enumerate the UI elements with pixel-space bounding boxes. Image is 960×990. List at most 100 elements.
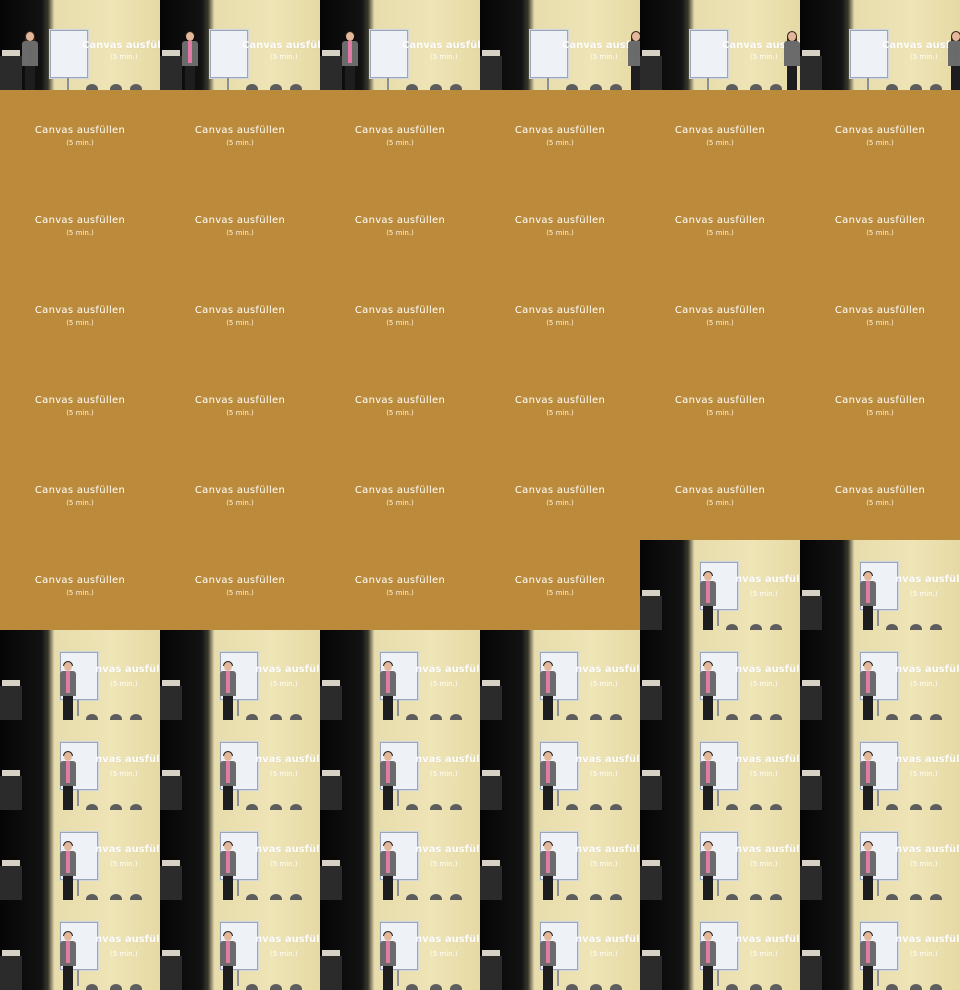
presenter-shirt bbox=[866, 671, 870, 693]
flipchart-leg bbox=[387, 78, 389, 90]
presenter bbox=[860, 841, 876, 900]
slide-title: Canvas ausfüllen bbox=[834, 215, 926, 226]
presenter-head bbox=[704, 572, 712, 581]
presenter-head bbox=[704, 752, 712, 761]
slide-subtitle: (5 min.) bbox=[66, 499, 94, 507]
stage-frame: nvas ausfülle (5 min.) bbox=[320, 900, 480, 990]
audience-heads bbox=[86, 984, 146, 990]
presenter-legs bbox=[25, 66, 35, 90]
flipchart-leg bbox=[397, 700, 399, 716]
presenter-head bbox=[544, 662, 552, 671]
slide-subtitle: (5 min.) bbox=[866, 409, 894, 417]
overlay-title: nvas ausfülle bbox=[895, 844, 960, 855]
overlay-subtitle: (5 min.) bbox=[110, 680, 138, 688]
presenter-shirt bbox=[66, 851, 70, 873]
presenter-shirt bbox=[706, 851, 710, 873]
overlay-subtitle: (5 min.) bbox=[110, 770, 138, 778]
presenter-legs bbox=[863, 606, 873, 630]
slide-title: Canvas ausfüllen bbox=[34, 215, 126, 226]
desk bbox=[0, 770, 22, 810]
presenter-shirt bbox=[546, 671, 550, 693]
slide-frame: Canvas ausfüllen (5 min.) bbox=[160, 270, 320, 360]
slide-subtitle: (5 min.) bbox=[546, 139, 574, 147]
overlay-subtitle: (5 min.) bbox=[910, 590, 938, 598]
presenter-legs bbox=[223, 966, 233, 990]
slide-frame: Canvas ausfüllen (5 min.) bbox=[480, 180, 640, 270]
presenter-shirt bbox=[546, 761, 550, 783]
flipchart-leg bbox=[237, 970, 239, 986]
stage-frame: nvas ausfülle (5 min.) bbox=[0, 720, 160, 810]
slide-frame: Canvas ausfüllen (5 min.) bbox=[160, 450, 320, 540]
slide-title: Canvas ausfüllen bbox=[194, 395, 286, 406]
presenter-shirt bbox=[706, 671, 710, 693]
desk bbox=[800, 770, 822, 810]
presenter-shirt bbox=[226, 851, 230, 873]
presenter-legs bbox=[63, 696, 73, 720]
overlay-subtitle: (5 min.) bbox=[430, 53, 458, 61]
overlay-subtitle: (5 min.) bbox=[910, 53, 938, 61]
presenter-shirt bbox=[546, 941, 550, 963]
desk bbox=[800, 680, 822, 720]
presenter-legs bbox=[543, 696, 553, 720]
stage-frame: nvas ausfülle (5 min.) bbox=[480, 720, 640, 810]
slide-frame: Canvas ausfüllen (5 min.) bbox=[160, 360, 320, 450]
slide-subtitle: (5 min.) bbox=[66, 139, 94, 147]
overlay-subtitle: (5 min.) bbox=[590, 950, 618, 958]
audience-heads bbox=[246, 984, 306, 990]
slide-frame: Canvas ausfüllen (5 min.) bbox=[800, 270, 960, 360]
stage-frame: Canvas ausfüllen (5 min.) bbox=[0, 0, 160, 90]
presenter-legs bbox=[703, 966, 713, 990]
presenter-legs bbox=[863, 786, 873, 810]
slide-frame: Canvas ausfüllen (5 min.) bbox=[800, 180, 960, 270]
presenter bbox=[700, 661, 716, 720]
presenter-shirt bbox=[348, 41, 352, 63]
presenter-head bbox=[224, 842, 232, 851]
slide-frame: Canvas ausfüllen (5 min.) bbox=[0, 270, 160, 360]
slide-title: Canvas ausfüllen bbox=[834, 395, 926, 406]
flipchart-leg bbox=[397, 880, 399, 896]
presenter bbox=[220, 661, 236, 720]
presenter bbox=[220, 841, 236, 900]
overlay-title: Canvas ausfüllen bbox=[402, 40, 480, 51]
overlay-title: nvas ausfülle bbox=[575, 844, 640, 855]
presenter-head bbox=[64, 752, 72, 761]
slide-subtitle: (5 min.) bbox=[706, 139, 734, 147]
desk bbox=[160, 680, 182, 720]
overlay-title: nvas ausfülle bbox=[255, 934, 320, 945]
presenter-shirt bbox=[188, 41, 192, 63]
overlay-subtitle: (5 min.) bbox=[910, 770, 938, 778]
slide-subtitle: (5 min.) bbox=[866, 229, 894, 237]
slide-title: Canvas ausfüllen bbox=[354, 305, 446, 316]
stage-frame: nvas ausfülle (5 min.) bbox=[800, 810, 960, 900]
flipchart-leg bbox=[547, 78, 549, 90]
presenter-legs bbox=[951, 66, 960, 90]
slide-frame: Canvas ausfüllen (5 min.) bbox=[800, 450, 960, 540]
overlay-title: nvas ausfülle bbox=[255, 844, 320, 855]
desk bbox=[640, 590, 662, 630]
desk bbox=[0, 860, 22, 900]
desk bbox=[160, 950, 182, 990]
flipchart bbox=[850, 30, 888, 78]
overlay-title: nvas ausfülle bbox=[415, 934, 480, 945]
presenter-head bbox=[544, 752, 552, 761]
overlay-title: nvas ausfülle bbox=[735, 574, 800, 585]
presenter-head bbox=[704, 932, 712, 941]
presenter-head bbox=[544, 932, 552, 941]
slide-title: Canvas ausfüllen bbox=[34, 125, 126, 136]
slide-title: Canvas ausfüllen bbox=[834, 125, 926, 136]
slide-subtitle: (5 min.) bbox=[386, 499, 414, 507]
overlay-subtitle: (5 min.) bbox=[590, 770, 618, 778]
slide-subtitle: (5 min.) bbox=[386, 139, 414, 147]
presenter-head bbox=[384, 932, 392, 941]
presenter-head bbox=[864, 842, 872, 851]
slide-frame: Canvas ausfüllen (5 min.) bbox=[480, 450, 640, 540]
stage-frame: Canvas ausfüllen (5 min.) bbox=[160, 0, 320, 90]
overlay-title: nvas ausfülle bbox=[415, 844, 480, 855]
presenter bbox=[628, 31, 640, 90]
overlay-subtitle: (5 min.) bbox=[270, 53, 298, 61]
presenter bbox=[380, 661, 396, 720]
flipchart bbox=[210, 30, 248, 78]
slide-subtitle: (5 min.) bbox=[226, 229, 254, 237]
presenter-shirt bbox=[66, 671, 70, 693]
presenter-shirt bbox=[954, 41, 958, 63]
